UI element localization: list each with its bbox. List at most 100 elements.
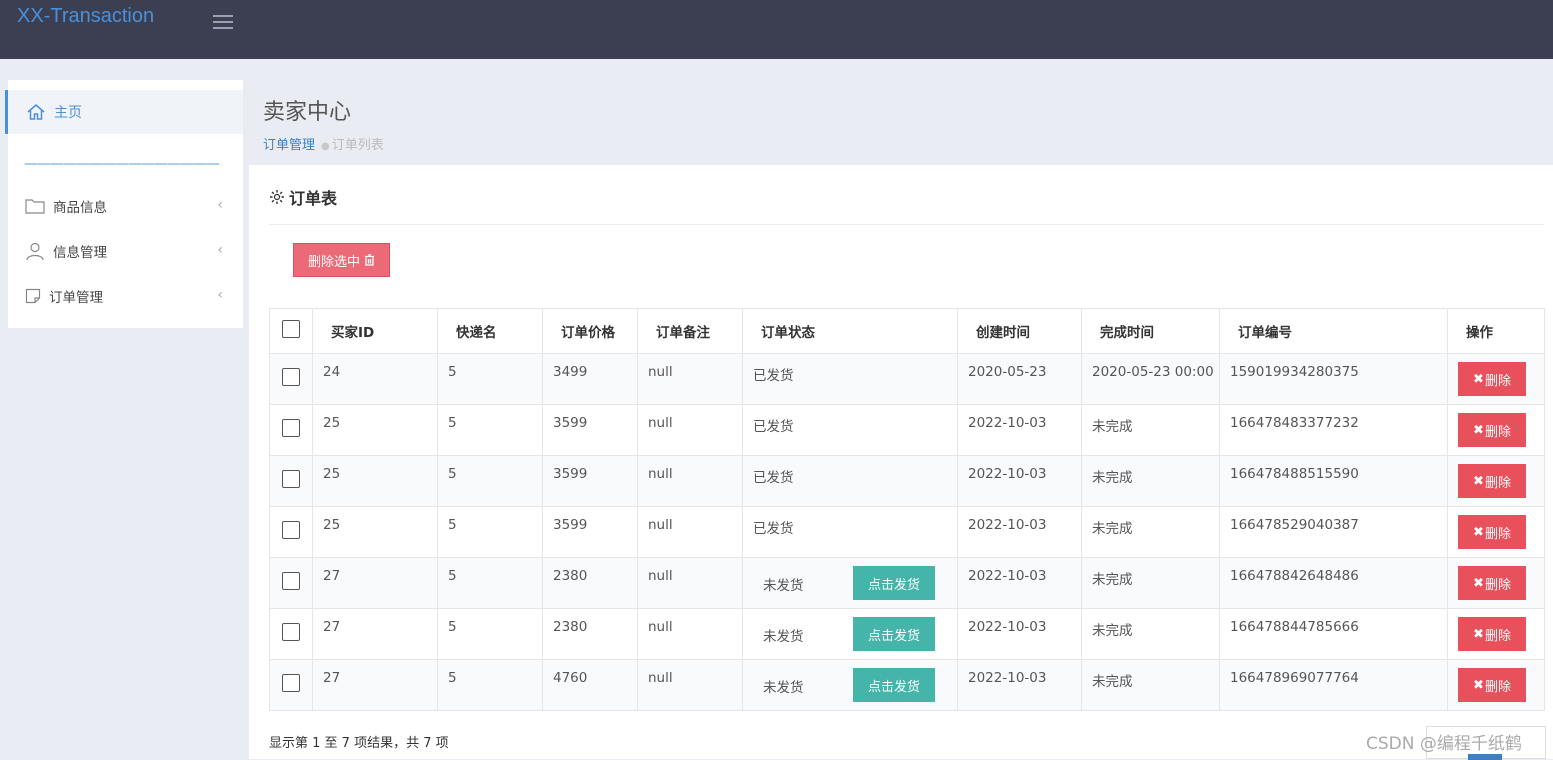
table-row: 27 5 4760 null 未发货 点击发货 2022-10-03 未完成 166478969… — [269, 659, 1545, 711]
note-cell: null — [637, 506, 743, 558]
ship-button[interactable]: 点击发货 — [853, 668, 935, 702]
delete-label: 删除 — [1484, 679, 1511, 695]
folder-icon — [25, 199, 45, 214]
delete-button[interactable]: ✖ 删除 — [1458, 617, 1526, 651]
row-select-cell — [269, 455, 313, 507]
express-cell: 5 — [437, 404, 543, 456]
row-select-cell — [269, 353, 313, 405]
ops-cell: ✖ 删除 — [1447, 404, 1545, 456]
column-header[interactable]: 订单状态 — [742, 308, 958, 354]
sidebar-item-home[interactable]: 主页 — [5, 90, 243, 134]
delete-label: 删除 — [1484, 628, 1511, 644]
menu-toggle-icon[interactable] — [213, 15, 233, 29]
column-header[interactable]: 完成时间 — [1081, 308, 1220, 354]
brand-logo[interactable]: XX-Transaction — [17, 5, 154, 28]
delete-button[interactable]: ✖ 删除 — [1458, 413, 1526, 447]
express-cell: 5 — [437, 353, 543, 405]
ship-button[interactable]: 点击发货 — [853, 617, 935, 651]
note-cell: null — [637, 353, 743, 405]
table-row: 25 5 3599 null 已发货 2022-10-03 未完成 1664784885155… — [269, 455, 1545, 507]
table-header-row: 买家ID 快递名 订单价格 订单备注 订单状态 创建时间 完成时间 订单编号 操… — [269, 308, 1545, 354]
column-header[interactable]: 订单编号 — [1219, 308, 1448, 354]
ops-cell: ✖ 删除 — [1447, 506, 1545, 558]
price-cell: 3499 — [542, 353, 638, 405]
express-cell: 5 — [437, 506, 543, 558]
orders-table: 买家ID 快递名 订单价格 订单备注 订单状态 创建时间 完成时间 订单编号 操… — [269, 308, 1545, 711]
panel-title: 订单表 — [289, 189, 338, 208]
pagination-active-page[interactable] — [1468, 754, 1502, 760]
status-cell: 未发货 点击发货 — [742, 557, 958, 609]
sidebar-item-orders[interactable]: 订单管理 ‹ — [8, 278, 243, 314]
buyer-id-cell: 25 — [312, 455, 438, 507]
watermark: CSDN @编程千纸鹤 — [1366, 734, 1522, 754]
order-status: 未发货 — [763, 680, 804, 696]
row-checkbox[interactable] — [282, 572, 300, 590]
order-no-cell: 166478529040387 — [1219, 506, 1448, 558]
order-no-cell: 166478488515590 — [1219, 455, 1448, 507]
select-all-cell — [269, 308, 313, 354]
row-checkbox[interactable] — [282, 368, 300, 386]
order-panel: 订单表 删除选中 买家ID 快递名 订单价格 订单备注 订单状态 创建时间 完成… — [249, 165, 1553, 760]
delete-selected-label: 删除选中 — [307, 254, 360, 270]
done-cell: 未完成 — [1081, 608, 1220, 660]
delete-selected-button[interactable]: 删除选中 — [293, 243, 390, 277]
ops-cell: ✖ 删除 — [1447, 659, 1545, 711]
page-header: 卖家中心 订单管理 ● 订单列表 — [263, 94, 384, 153]
order-status: 未发货 — [763, 578, 804, 594]
price-cell: 3599 — [542, 455, 638, 507]
sidebar: 主页 ——————————————— 商品信息 ‹ 信息管理 ‹ 订单管理 ‹ — [5, 80, 243, 328]
ops-cell: ✖ 删除 — [1447, 455, 1545, 507]
row-checkbox[interactable] — [282, 674, 300, 692]
note-cell: null — [637, 557, 743, 609]
price-cell: 2380 — [542, 557, 638, 609]
column-header[interactable]: 快递名 — [437, 308, 543, 354]
sidebar-item-goods[interactable]: 商品信息 ‹ — [8, 188, 243, 224]
order-no-cell: 166478969077764 — [1219, 659, 1448, 711]
status-cell: 未发货 点击发货 — [742, 659, 958, 711]
select-all-checkbox[interactable] — [282, 320, 300, 338]
delete-button[interactable]: ✖ 删除 — [1458, 464, 1526, 498]
close-icon: ✖ — [1473, 371, 1484, 387]
table-row: 25 5 3599 null 已发货 2022-10-03 未完成 1664784833772… — [269, 404, 1545, 456]
created-cell: 2022-10-03 — [957, 404, 1082, 456]
sidebar-item-info[interactable]: 信息管理 ‹ — [8, 233, 243, 269]
row-checkbox[interactable] — [282, 470, 300, 488]
note-cell: null — [637, 608, 743, 660]
buyer-id-cell: 27 — [312, 608, 438, 660]
column-header[interactable]: 订单备注 — [637, 308, 743, 354]
price-cell: 2380 — [542, 608, 638, 660]
table-row: 24 5 3499 null 已发货 2020-05-23 2020-05-23 00:00… — [269, 353, 1545, 405]
page-title: 卖家中心 — [263, 100, 352, 125]
row-select-cell — [269, 608, 313, 660]
row-checkbox[interactable] — [282, 623, 300, 641]
trash-icon — [365, 254, 374, 266]
express-cell: 5 — [437, 608, 543, 660]
column-header[interactable]: 买家ID — [312, 308, 438, 354]
delete-button[interactable]: ✖ 删除 — [1458, 566, 1526, 600]
row-checkbox[interactable] — [282, 521, 300, 539]
user-icon — [26, 242, 44, 261]
breadcrumb-dot-icon: ● — [321, 141, 330, 152]
pagination-info: 显示第 1 至 7 项结果，共 7 项 — [269, 736, 449, 751]
column-header[interactable]: 创建时间 — [957, 308, 1082, 354]
delete-button[interactable]: ✖ 删除 — [1458, 515, 1526, 549]
created-cell: 2022-10-03 — [957, 659, 1082, 711]
buyer-id-cell: 27 — [312, 659, 438, 711]
buyer-id-cell: 25 — [312, 404, 438, 456]
delete-button[interactable]: ✖ 删除 — [1458, 668, 1526, 702]
close-icon: ✖ — [1473, 524, 1484, 540]
note-cell: null — [637, 659, 743, 711]
breadcrumb-parent[interactable]: 订单管理 — [263, 138, 315, 153]
column-header[interactable]: 订单价格 — [542, 308, 638, 354]
delete-button[interactable]: ✖ 删除 — [1458, 362, 1526, 396]
table-row: 27 5 2380 null 未发货 点击发货 2022-10-03 未完成 166478842… — [269, 557, 1545, 609]
created-cell: 2022-10-03 — [957, 455, 1082, 507]
breadcrumb: 订单管理 ● 订单列表 — [263, 134, 384, 153]
ship-button[interactable]: 点击发货 — [853, 566, 935, 600]
order-no-cell: 166478483377232 — [1219, 404, 1448, 456]
order-no-cell: 166478842648486 — [1219, 557, 1448, 609]
chevron-left-icon: ‹ — [217, 242, 223, 258]
delete-label: 删除 — [1484, 577, 1511, 593]
buyer-id-cell: 24 — [312, 353, 438, 405]
row-checkbox[interactable] — [282, 419, 300, 437]
